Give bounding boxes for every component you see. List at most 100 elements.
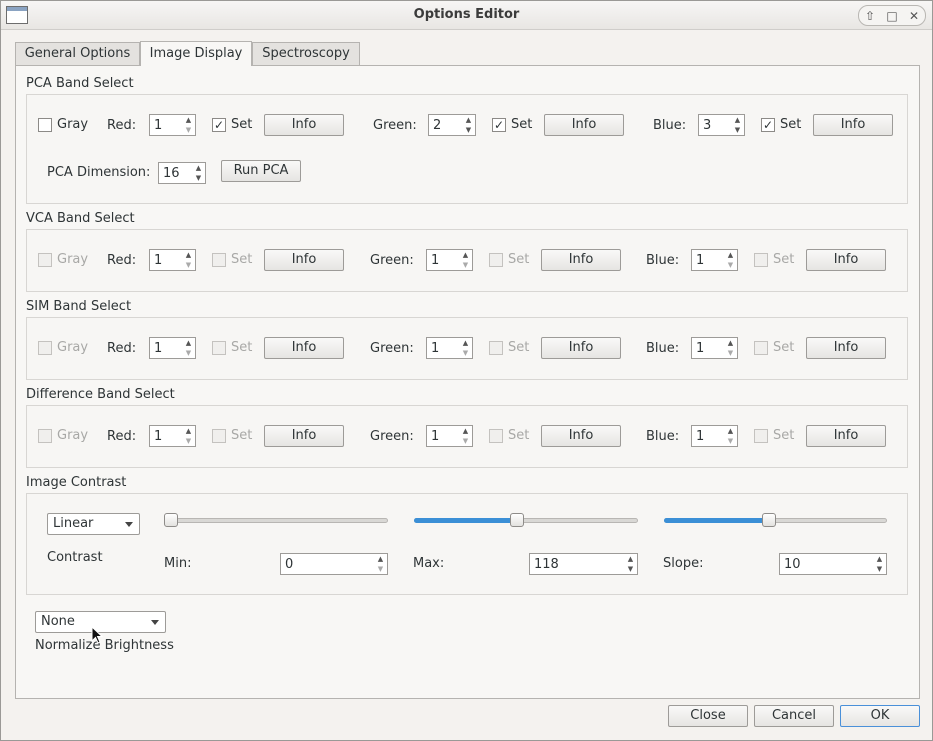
diff-red-info-button[interactable]: Info [264,425,344,447]
diff-blue-info-button[interactable]: Info [806,425,886,447]
spinner-arrows-icon[interactable]: ▲ ▼ [459,338,472,358]
spinner-arrows-icon[interactable]: ▲ ▼ [873,554,886,574]
sim-green-spinner[interactable]: 1 ▲ ▼ [426,337,473,359]
max-spinner[interactable]: 118 ▲ ▼ [529,553,638,575]
min-label: Min: [164,556,192,571]
spinner-arrows-icon[interactable]: ▲ ▼ [731,115,744,135]
pca-red-set-label: Set [231,117,253,132]
min-value: 0 [285,557,294,572]
spinner-arrows-icon[interactable]: ▲ ▼ [624,554,637,574]
maximize-icon[interactable]: □ [883,7,901,25]
mouse-pointer-icon [91,626,103,644]
spinner-arrows-icon[interactable]: ▲ ▼ [192,163,205,183]
sim-green-set-checkbox[interactable] [489,341,503,355]
spinner-arrows-icon[interactable]: ▲ ▼ [724,250,737,270]
sim-blue-info-button[interactable]: Info [806,337,886,359]
sim-blue-set-label: Set [773,340,795,355]
max-slider[interactable] [414,512,638,528]
vca-blue-info-button[interactable]: Info [806,249,886,271]
diff-blue-spinner[interactable]: 1 ▲ ▼ [691,425,738,447]
pca-green-info-button[interactable]: Info [544,114,624,136]
close-button[interactable]: Close [668,705,748,727]
slider-track [164,518,388,523]
slope-spinner[interactable]: 10 ▲ ▼ [779,553,887,575]
tab-image-display[interactable]: Image Display [140,41,252,66]
diff-green-spinner[interactable]: 1 ▲ ▼ [426,425,473,447]
vca-green-set-checkbox[interactable] [489,253,503,267]
diff-blue-set-label: Set [773,428,795,443]
pca-gray-label: Gray [57,117,89,132]
spinner-arrows-icon[interactable]: ▲ ▼ [724,426,737,446]
contrast-mode-dropdown[interactable]: Linear [47,513,140,535]
slider-handle[interactable] [510,513,525,527]
pca-dimension-value: 16 [163,166,180,181]
vca-red-set-checkbox[interactable] [212,253,226,267]
vca-red-info-button[interactable]: Info [264,249,344,271]
sim-red-value: 1 [154,341,163,356]
tab-general-options[interactable]: General Options [15,42,140,66]
pca-red-set-checkbox[interactable]: ✓ [212,118,226,132]
vca-green-info-button[interactable]: Info [541,249,621,271]
contrast-mode-value: Linear [53,516,94,531]
sim-blue-set-checkbox[interactable] [754,341,768,355]
diff-red-spinner[interactable]: 1 ▲ ▼ [149,425,196,447]
pca-green-set-label: Set [511,117,533,132]
pca-blue-set-checkbox[interactable]: ✓ [761,118,775,132]
pca-gray-checkbox[interactable] [38,118,52,132]
pca-dimension-spinner[interactable]: 16 ▲ ▼ [158,162,206,184]
sim-red-info-button[interactable]: Info [264,337,344,359]
spinner-arrows-icon[interactable]: ▲ ▼ [459,250,472,270]
vca-red-spinner[interactable]: 1 ▲ ▼ [149,249,196,271]
spinner-arrows-icon[interactable]: ▲ ▼ [182,338,195,358]
slope-label: Slope: [663,556,704,571]
diff-gray-checkbox[interactable] [38,429,52,443]
slope-slider[interactable] [664,512,887,528]
pca-blue-info-button[interactable]: Info [813,114,893,136]
spinner-arrows-icon[interactable]: ▲ ▼ [724,338,737,358]
pca-red-info-button[interactable]: Info [264,114,344,136]
spinner-arrows-icon[interactable]: ▲ ▼ [182,115,195,135]
sim-green-info-button[interactable]: Info [541,337,621,359]
sim-gray-checkbox[interactable] [38,341,52,355]
contrast-group-title: Image Contrast [26,475,127,490]
pca-blue-spinner[interactable]: 3 ▲ ▼ [698,114,745,136]
cancel-button[interactable]: Cancel [754,705,834,727]
min-slider[interactable] [164,512,388,528]
slider-handle[interactable] [164,513,178,527]
min-spinner[interactable]: 0 ▲ ▼ [280,553,388,575]
vca-gray-checkbox[interactable] [38,253,52,267]
sim-red-spinner[interactable]: 1 ▲ ▼ [149,337,196,359]
ok-button[interactable]: OK [840,705,920,727]
pca-red-label: Red: [107,118,137,133]
diff-green-set-checkbox[interactable] [489,429,503,443]
pca-green-set-checkbox[interactable]: ✓ [492,118,506,132]
diff-blue-set-checkbox[interactable] [754,429,768,443]
vca-gray-label: Gray [57,252,89,267]
pca-red-spinner[interactable]: 1 ▲ ▼ [149,114,196,136]
vca-blue-spinner[interactable]: 1 ▲ ▼ [691,249,738,271]
spinner-arrows-icon[interactable]: ▲ ▼ [374,554,387,574]
vca-green-value: 1 [431,253,440,268]
tab-spectroscopy[interactable]: Spectroscopy [252,42,360,66]
vca-blue-set-checkbox[interactable] [754,253,768,267]
sim-blue-spinner[interactable]: 1 ▲ ▼ [691,337,738,359]
spinner-arrows-icon[interactable]: ▲ ▼ [459,426,472,446]
spinner-arrows-icon[interactable]: ▲ ▼ [182,250,195,270]
pca-dimension-label: PCA Dimension: [47,165,151,180]
run-pca-button[interactable]: Run PCA [221,160,301,182]
pca-green-spinner[interactable]: 2 ▲ ▼ [428,114,476,136]
spinner-arrows-icon[interactable]: ▲ ▼ [462,115,475,135]
diff-red-set-checkbox[interactable] [212,429,226,443]
vca-green-set-label: Set [508,252,530,267]
slider-handle[interactable] [761,513,776,527]
sim-red-set-checkbox[interactable] [212,341,226,355]
spinner-arrows-icon[interactable]: ▲ ▼ [182,426,195,446]
sim-red-label: Red: [107,341,137,356]
pca-blue-value: 3 [703,118,712,133]
diff-green-info-button[interactable]: Info [541,425,621,447]
pca-red-value: 1 [154,118,163,133]
close-window-icon[interactable]: ✕ [905,7,923,25]
vca-green-spinner[interactable]: 1 ▲ ▼ [426,249,473,271]
shade-icon[interactable]: ⇧ [861,7,879,25]
diff-red-label: Red: [107,429,137,444]
